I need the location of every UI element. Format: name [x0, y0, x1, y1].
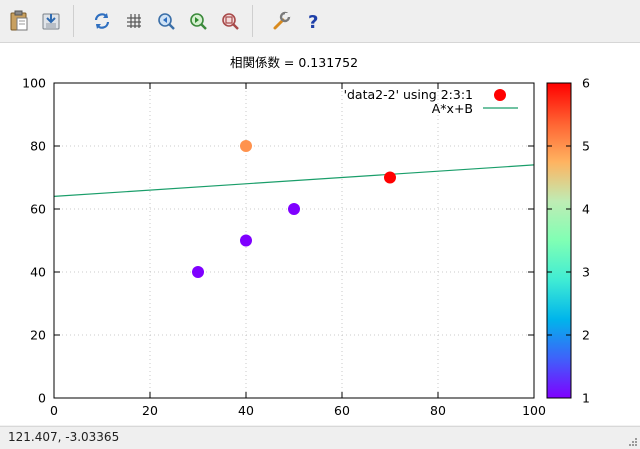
export-button[interactable]	[38, 8, 64, 34]
y-tick-label: 20	[30, 328, 46, 343]
legend-label-fit: A*x+B	[432, 101, 473, 116]
grid-icon	[127, 14, 141, 28]
plot-border	[53, 82, 535, 399]
x-tick-label: 40	[238, 403, 254, 418]
cursor-coordinates: 121.407, -3.03365	[8, 430, 120, 444]
legend-marker-data	[494, 89, 506, 101]
legend: 'data2-2' using 2:3:1 A*x+B	[344, 87, 518, 116]
x-tick-label: 100	[522, 403, 546, 418]
grid-lines	[54, 83, 534, 398]
colorbar	[546, 82, 572, 399]
colorbar-tick-label: 6	[582, 76, 590, 91]
autoscale-button[interactable]	[217, 8, 243, 34]
axis-ticks: 0 20 40 60 80 100 0 20 40 60 80 100	[22, 76, 546, 419]
export-icon	[42, 13, 60, 30]
toolbar-separator	[73, 5, 74, 37]
fit-line	[53, 164, 535, 197]
x-tick-label: 60	[334, 403, 350, 418]
replot-button[interactable]	[89, 8, 115, 34]
colorbar-tick-label: 4	[582, 202, 590, 217]
x-tick-label: 20	[142, 403, 158, 418]
chart-title: 相関係数 = 0.131752	[230, 55, 358, 70]
data-point	[288, 203, 300, 215]
autoscale-icon	[222, 13, 239, 30]
settings-wrench-icon	[273, 11, 291, 30]
y-tick-label: 0	[38, 391, 46, 406]
zoom-previous-icon	[158, 13, 175, 30]
y-tick-label: 80	[30, 139, 46, 154]
y-tick-label: 60	[30, 202, 46, 217]
settings-button[interactable]	[268, 8, 294, 34]
legend-label-data: 'data2-2' using 2:3:1	[344, 87, 473, 102]
grid-button[interactable]	[121, 8, 147, 34]
toolbar-separator	[252, 5, 253, 37]
data-point	[192, 266, 204, 278]
colorbar-tick-label: 3	[582, 265, 590, 280]
copy-to-clipboard-icon	[10, 10, 28, 31]
zoom-next-icon	[190, 13, 207, 30]
x-tick-label: 80	[430, 403, 446, 418]
colorbar-tick-label: 2	[582, 328, 590, 343]
replot-icon	[94, 13, 110, 29]
zoom-previous-button[interactable]	[153, 8, 179, 34]
y-tick-label: 100	[22, 76, 46, 91]
help-button[interactable]: ?	[300, 8, 326, 34]
plot-area[interactable]: 相関係数 = 0.131752 0 20 40 60 80 100 0 20 40 60 80 100…	[0, 43, 640, 425]
svg-text:?: ?	[308, 12, 318, 32]
colorbar-tick-label: 1	[582, 391, 590, 406]
zoom-next-button[interactable]	[185, 8, 211, 34]
status-bar: 121.407, -3.03365	[0, 426, 640, 449]
data-point	[384, 171, 396, 184]
help-icon: ?	[308, 12, 318, 32]
resize-grip-icon[interactable]	[626, 435, 638, 447]
x-tick-label: 0	[50, 403, 58, 418]
scatter-chart: 相関係数 = 0.131752 0 20 40 60 80 100 0 20 40 60 80 100…	[22, 55, 590, 419]
y-tick-label: 40	[30, 265, 46, 280]
colorbar-tick-label: 5	[582, 139, 590, 154]
data-point	[240, 234, 252, 247]
data-point	[240, 140, 252, 152]
copy-to-clipboard-button[interactable]	[6, 8, 32, 34]
toolbar: ?	[0, 0, 640, 43]
